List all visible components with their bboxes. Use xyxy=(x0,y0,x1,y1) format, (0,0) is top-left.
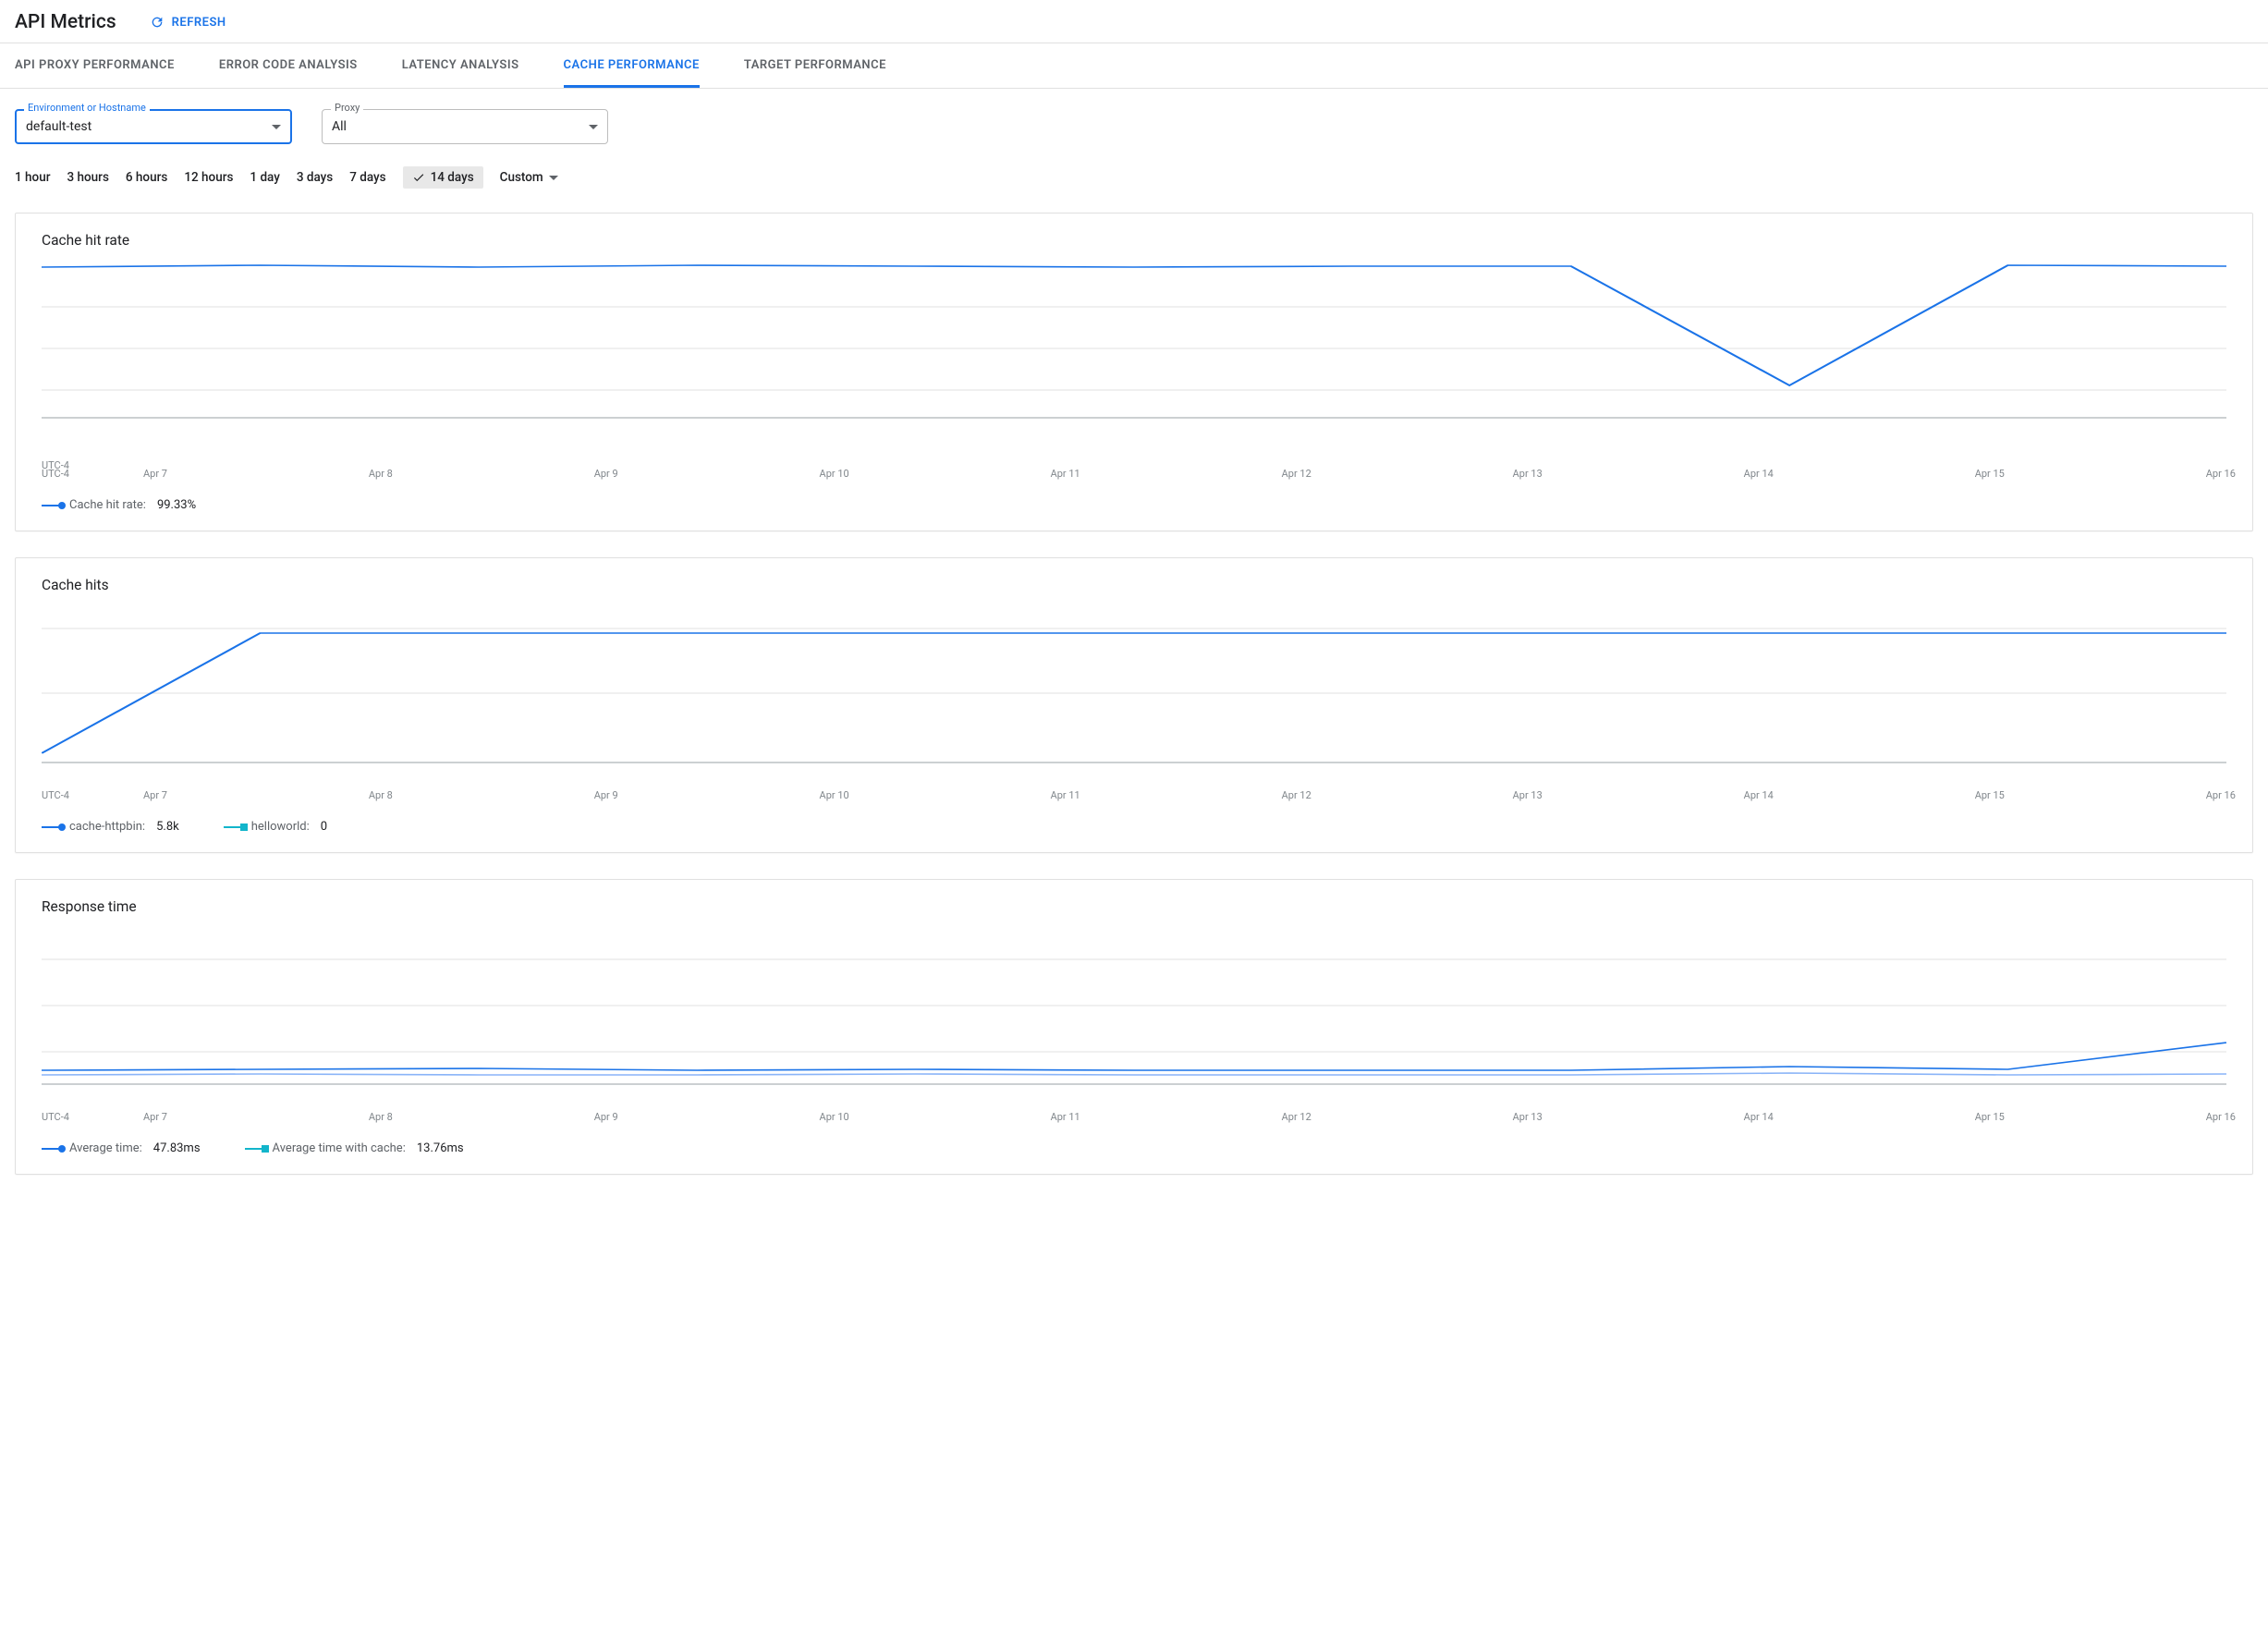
x-tick: Apr 14 xyxy=(1744,1111,1774,1123)
timezone-label: UTC-4 xyxy=(42,468,69,480)
time-range-custom[interactable]: Custom xyxy=(500,170,558,185)
legend-swatch xyxy=(42,1148,62,1150)
legend-label: cache-httpbin: xyxy=(69,820,145,834)
x-tick: Apr 7 xyxy=(143,789,167,801)
x-tick: Apr 16 xyxy=(2206,1111,2236,1123)
time-range-7-days[interactable]: 7 days xyxy=(349,170,385,185)
x-tick: Apr 12 xyxy=(1282,789,1311,801)
legend-item-helloworld[interactable]: helloworld: 0 xyxy=(224,820,327,834)
chart-cache-hit-rate[interactable] xyxy=(42,256,2226,441)
legend-value: 47.83ms xyxy=(153,1141,201,1155)
check-icon xyxy=(412,171,425,184)
x-tick: Apr 11 xyxy=(1051,468,1080,480)
tabs: API PROXY PERFORMANCE ERROR CODE ANALYSI… xyxy=(15,43,2253,88)
tab-cache-performance[interactable]: CACHE PERFORMANCE xyxy=(564,43,700,88)
legend-label: Cache hit rate: xyxy=(69,498,146,512)
time-range-3-days[interactable]: 3 days xyxy=(297,170,333,185)
legend-item-cache-httpbin[interactable]: cache-httpbin: 5.8k xyxy=(42,820,179,834)
x-tick: Apr 16 xyxy=(2206,789,2236,801)
tab-latency-analysis[interactable]: LATENCY ANALYSIS xyxy=(402,43,519,88)
timezone-label: UTC-4 xyxy=(42,1111,69,1123)
proxy-label: Proxy xyxy=(331,102,363,114)
refresh-icon xyxy=(150,15,165,30)
time-range-custom-label: Custom xyxy=(500,170,543,185)
x-tick: Apr 8 xyxy=(369,468,393,480)
tab-error-code-analysis[interactable]: ERROR CODE ANALYSIS xyxy=(219,43,358,88)
environment-select[interactable]: default-test xyxy=(15,109,292,144)
card-cache-hits: Cache hits UTC-4 Apr 7 Apr 8 Apr 9 Apr 1… xyxy=(15,557,2253,853)
timezone-label: UTC-4 xyxy=(42,789,69,801)
x-tick: Apr 10 xyxy=(820,468,849,480)
x-tick: Apr 16 xyxy=(2206,468,2236,480)
x-tick: Apr 12 xyxy=(1282,1111,1311,1123)
x-tick: Apr 7 xyxy=(143,1111,167,1123)
x-tick: Apr 11 xyxy=(1051,789,1080,801)
tab-target-performance[interactable]: TARGET PERFORMANCE xyxy=(744,43,886,88)
refresh-button[interactable]: REFRESH xyxy=(150,15,226,30)
x-tick: Apr 14 xyxy=(1744,789,1774,801)
time-range-3-hours[interactable]: 3 hours xyxy=(67,170,108,185)
legend-label: helloworld: xyxy=(251,820,310,834)
x-tick: Apr 10 xyxy=(820,1111,849,1123)
chevron-down-icon xyxy=(589,125,598,129)
tab-api-proxy-performance[interactable]: API PROXY PERFORMANCE xyxy=(15,43,175,88)
time-range-14-days[interactable]: 14 days xyxy=(403,166,483,189)
x-tick: Apr 14 xyxy=(1744,468,1774,480)
legend-swatch xyxy=(245,1148,265,1150)
environment-field: Environment or Hostname default-test xyxy=(15,109,292,144)
x-tick: Apr 9 xyxy=(594,468,618,480)
x-tick: Apr 8 xyxy=(369,789,393,801)
page-title: API Metrics xyxy=(15,11,116,33)
environment-value: default-test xyxy=(26,119,91,134)
x-tick: Apr 8 xyxy=(369,1111,393,1123)
legend-item-cache-hit-rate[interactable]: Cache hit rate: 99.33% xyxy=(42,498,196,512)
x-tick: Apr 11 xyxy=(1051,1111,1080,1123)
x-tick: Apr 13 xyxy=(1513,1111,1542,1123)
card-response-time: Response time UTC-4 Apr 7 Apr 8 Apr 9 Ap… xyxy=(15,879,2253,1175)
card-title: Cache hits xyxy=(16,558,2252,601)
chevron-down-icon xyxy=(549,176,558,180)
legend-value: 5.8k xyxy=(156,820,179,834)
card-cache-hit-rate: Cache hit rate UTC-4 UTC-4 Apr 7 xyxy=(15,213,2253,531)
x-tick: Apr 12 xyxy=(1282,468,1311,480)
x-tick: Apr 9 xyxy=(594,789,618,801)
legend-swatch xyxy=(224,826,244,828)
refresh-label: REFRESH xyxy=(172,16,226,30)
x-tick: Apr 15 xyxy=(1975,789,2005,801)
chart-cache-hits[interactable] xyxy=(42,601,2226,786)
time-range-1-hour[interactable]: 1 hour xyxy=(15,170,50,185)
x-tick: Apr 7 xyxy=(143,468,167,480)
legend-item-average-time-with-cache[interactable]: Average time with cache: 13.76ms xyxy=(245,1141,464,1155)
time-range-14-days-label: 14 days xyxy=(431,170,474,185)
card-title: Response time xyxy=(16,880,2252,922)
card-title: Cache hit rate xyxy=(16,214,2252,256)
x-tick: Apr 10 xyxy=(820,789,849,801)
x-tick: Apr 15 xyxy=(1975,1111,2005,1123)
time-range-12-hours[interactable]: 12 hours xyxy=(184,170,233,185)
chart-response-time[interactable] xyxy=(42,922,2226,1107)
chevron-down-icon xyxy=(272,125,281,129)
proxy-value: All xyxy=(332,119,347,134)
legend-label: Average time with cache: xyxy=(273,1141,406,1155)
x-tick: Apr 13 xyxy=(1513,468,1542,480)
environment-label: Environment or Hostname xyxy=(24,102,150,114)
time-range-6-hours[interactable]: 6 hours xyxy=(126,170,167,185)
x-tick: Apr 15 xyxy=(1975,468,2005,480)
proxy-select[interactable]: All xyxy=(322,109,608,144)
x-tick: Apr 9 xyxy=(594,1111,618,1123)
time-range-row: 1 hour 3 hours 6 hours 12 hours 1 day 3 … xyxy=(15,153,2253,213)
time-range-1-day[interactable]: 1 day xyxy=(250,170,279,185)
legend-item-average-time[interactable]: Average time: 47.83ms xyxy=(42,1141,201,1155)
legend-label: Average time: xyxy=(69,1141,142,1155)
proxy-field: Proxy All xyxy=(322,109,608,144)
legend-swatch xyxy=(42,826,62,828)
x-tick: Apr 13 xyxy=(1513,789,1542,801)
legend-value: 99.33% xyxy=(157,498,196,512)
legend-value: 13.76ms xyxy=(417,1141,464,1155)
legend-value: 0 xyxy=(321,820,327,834)
legend-swatch xyxy=(42,505,62,506)
